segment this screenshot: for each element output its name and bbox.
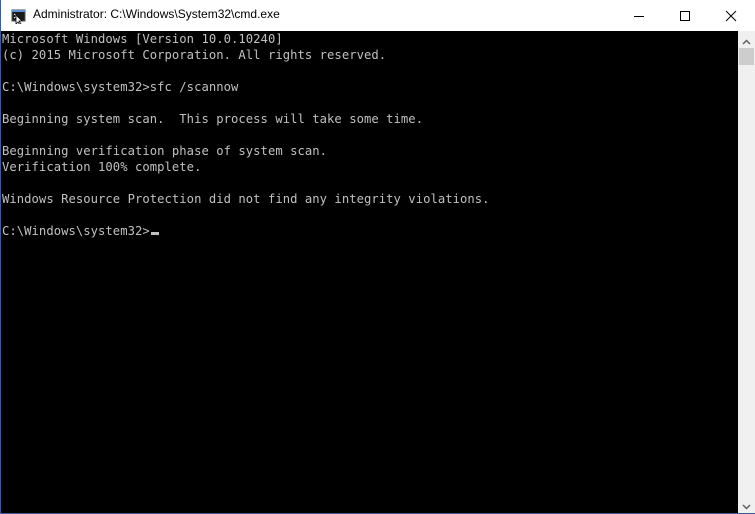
console-line: Beginning system scan. This process will… (2, 112, 424, 126)
console-line: Beginning verification phase of system s… (2, 144, 328, 158)
minimize-button[interactable] (616, 0, 662, 31)
title-bar[interactable]: Administrator: C:\Windows\System32\cmd.e… (1, 0, 755, 31)
scrollbar-thumb[interactable] (739, 48, 754, 65)
command-prompt-line[interactable]: C:\Windows\system32> (1, 223, 738, 239)
close-icon (725, 10, 737, 22)
window-title: Administrator: C:\Windows\System32\cmd.e… (33, 7, 280, 21)
scroll-up-button[interactable] (738, 31, 755, 48)
console-line: Verification 100% complete. (2, 160, 202, 174)
maximize-button[interactable] (662, 0, 708, 31)
console-line: (c) 2015 Microsoft Corporation. All righ… (2, 48, 387, 62)
close-button[interactable] (708, 0, 754, 31)
console-line: Microsoft Windows [Version 10.0.10240] (2, 32, 283, 46)
vertical-scrollbar[interactable] (738, 31, 755, 513)
scroll-down-arrow-icon (742, 495, 751, 514)
console-line: C:\Windows\system32>sfc /scannow (2, 80, 239, 94)
scroll-up-arrow-icon (742, 30, 751, 49)
console-output[interactable]: Microsoft Windows [Version 10.0.10240] (… (1, 31, 738, 513)
cmd-window: Administrator: C:\Windows\System32\cmd.e… (0, 0, 755, 514)
console-line: Windows Resource Protection did not find… (2, 192, 490, 206)
scroll-down-button[interactable] (738, 496, 755, 513)
prompt-text: C:\Windows\system32> (2, 224, 150, 238)
minimize-icon (633, 10, 645, 22)
cmd-icon (11, 8, 27, 26)
maximize-icon (679, 10, 691, 22)
text-cursor (150, 232, 159, 235)
